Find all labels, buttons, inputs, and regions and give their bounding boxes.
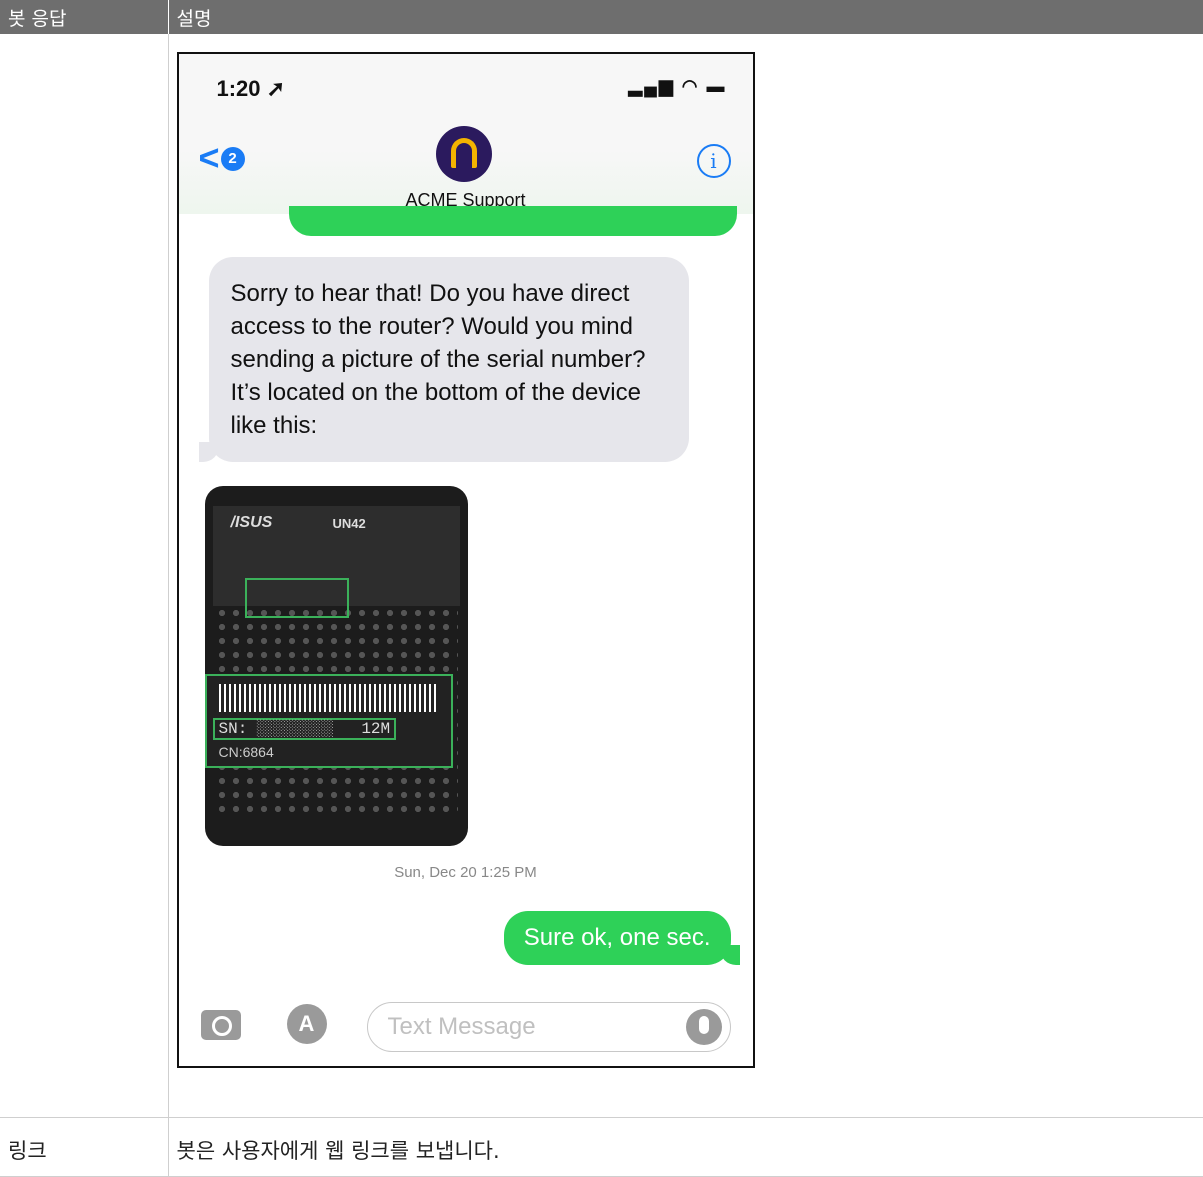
router-serial-photo[interactable]: /ISUS UN42 SN: ░░░░░░░░ 12M CN:6864 <box>204 486 468 846</box>
compose-bar: A Text Message <box>179 996 753 1066</box>
incoming-message-bubble: Sorry to hear that! Do you have direct a… <box>198 257 689 462</box>
serial-number: SN: ░░░░░░░░ 12M <box>212 718 397 740</box>
signal-wifi-battery-icon: ▂▄▆ ◠ ▬ <box>628 76 727 96</box>
highlight-box <box>244 578 349 618</box>
message-input-placeholder: Text Message <box>387 1013 536 1040</box>
cell-screenshot: 1:20 ➚ ▂▄▆ ◠ ▬ < 2 ACME Support i Sorry … <box>168 34 1203 1118</box>
header-row: 봇 응답 설명 <box>0 0 1203 34</box>
barcode <box>218 684 439 712</box>
back-chevron-icon[interactable]: < <box>199 140 220 176</box>
doc-table: 봇 응답 설명 1:20 ➚ ▂▄▆ ◠ ▬ < 2 ACME Support … <box>0 0 1203 1177</box>
photo-brand: /ISUS <box>230 514 273 531</box>
col-header-description: 설명 <box>168 0 1203 34</box>
outgoing-message-bubble: Sure ok, one sec. <box>503 911 740 965</box>
photo-model: UN42 <box>332 516 366 531</box>
cell-description: 봇은 사용자에게 웹 링크를 보냅니다. <box>168 1117 1203 1177</box>
message-input[interactable]: Text Message <box>366 1002 731 1052</box>
microphone-icon[interactable] <box>685 1009 722 1045</box>
status-bar: 1:20 ➚ ▂▄▆ ◠ ▬ <box>217 76 733 106</box>
cn-label: CN:6864 <box>218 744 274 760</box>
unread-badge: 2 <box>220 147 245 171</box>
info-icon[interactable]: i <box>696 144 731 178</box>
avatar[interactable] <box>435 126 492 182</box>
phone-screenshot: 1:20 ➚ ▂▄▆ ◠ ▬ < 2 ACME Support i Sorry … <box>176 52 755 1068</box>
col-header-response: 봇 응답 <box>0 0 169 34</box>
status-time: 1:20 ➚ <box>216 76 286 101</box>
table-row: 링크 봇은 사용자에게 웹 링크를 보냅니다. <box>0 1117 1203 1177</box>
previous-outgoing-bubble <box>288 206 737 236</box>
message-timestamp: Sun, Dec 20 1:25 PM <box>394 864 537 881</box>
cell-response <box>0 34 169 1118</box>
cell-response: 링크 <box>0 1117 169 1177</box>
camera-icon[interactable] <box>200 1010 241 1040</box>
app-store-icon[interactable]: A <box>286 1004 327 1044</box>
table-row: 1:20 ➚ ▂▄▆ ◠ ▬ < 2 ACME Support i Sorry … <box>0 34 1203 1118</box>
